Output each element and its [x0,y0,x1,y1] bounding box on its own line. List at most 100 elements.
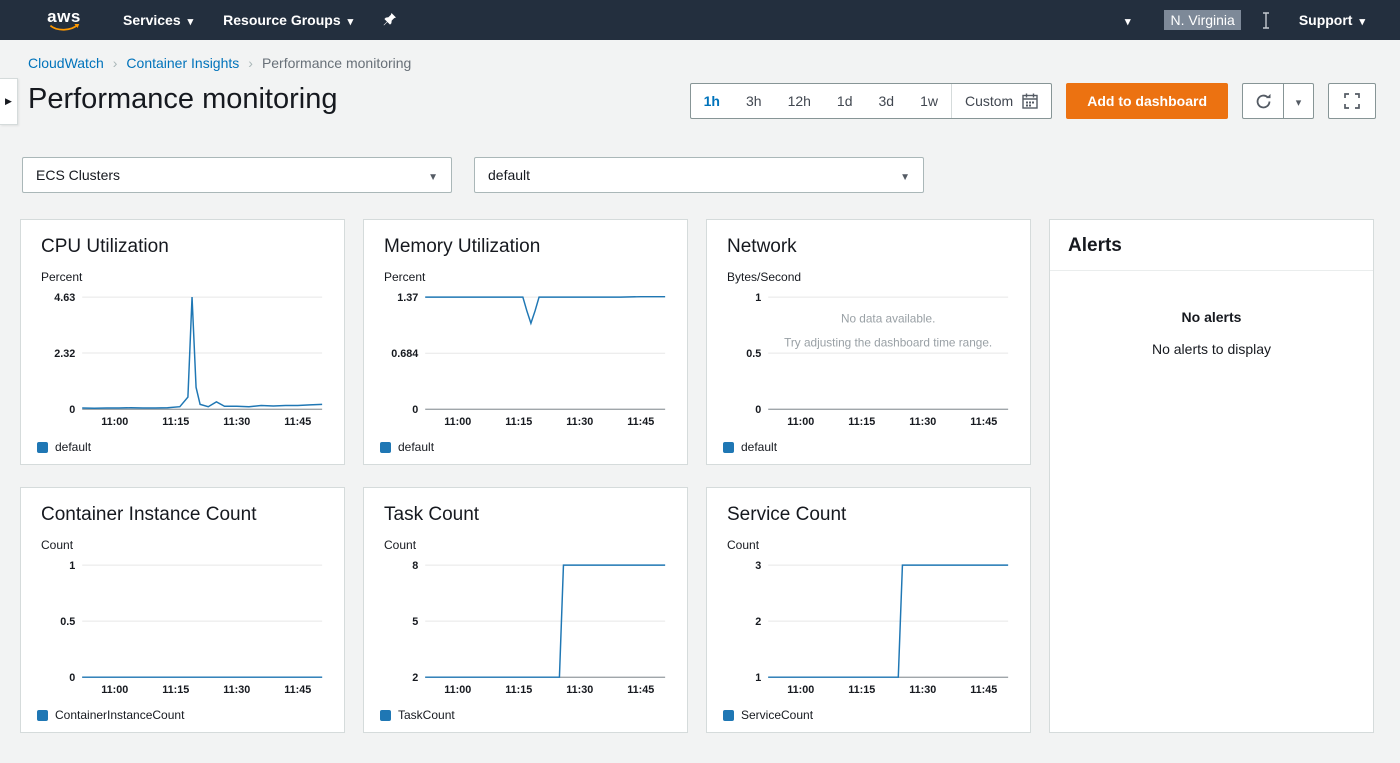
chart-title: Task Count [384,504,480,525]
chart-unit-label: Bytes/Second [727,270,802,284]
alerts-headline: No alerts [1181,309,1242,325]
legend-swatch-icon [723,441,734,453]
chart-unit-label: Count [727,538,760,552]
time-range-1d[interactable]: 1d [824,84,866,118]
breadcrumb-cloudwatch[interactable]: CloudWatch [28,55,104,71]
legend-label: TaskCount [398,708,455,722]
fullscreen-button[interactable] [1328,83,1376,119]
chart-plot[interactable]: 2 5 8 11:00 11:15 11:30 11:45 [378,554,673,704]
nav-resource-groups-label: Resource Groups [223,12,341,28]
time-range-12h[interactable]: 12h [775,84,824,118]
chart-legend[interactable]: default [723,440,1016,454]
nav-services[interactable]: Services [108,0,208,40]
svg-text:11:45: 11:45 [284,684,311,696]
page-header-row: Performance monitoring 1h 3h 12h 1d 3d 1… [0,77,1400,119]
chevron-down-icon [1125,12,1131,28]
svg-text:0.5: 0.5 [60,616,75,628]
time-range-3h[interactable]: 3h [733,84,775,118]
chart-legend[interactable]: ContainerInstanceCount [37,708,330,722]
svg-text:11:00: 11:00 [787,684,814,696]
custom-range-label: Custom [964,93,1014,109]
time-range-1w[interactable]: 1w [907,84,951,118]
svg-text:11:00: 11:00 [787,416,814,428]
alerts-message: No alerts to display [1151,341,1272,357]
svg-text:4.63: 4.63 [54,292,75,304]
svg-text:11:00: 11:00 [101,684,128,696]
svg-text:11:30: 11:30 [566,684,593,696]
chart-plot[interactable]: 0 0.5 1 11:00 11:15 11:30 11:45 [35,554,330,704]
svg-text:0: 0 [69,672,75,684]
legend-label: default [398,440,435,454]
svg-text:11:45: 11:45 [627,416,654,428]
svg-text:No data available.: No data available. [841,312,935,326]
time-range-custom[interactable]: Custom [950,84,1051,118]
chart-unit-label: Count [41,538,74,552]
cluster-select[interactable]: default [474,157,924,193]
sidebar-expand-button[interactable] [0,78,18,125]
chart-unit-label: Percent [41,270,83,284]
svg-text:2: 2 [755,616,761,628]
refresh-button[interactable] [1242,83,1284,119]
dashboard-controls: 1h 3h 12h 1d 3d 1w Custom Add to dashboa… [689,83,1376,119]
page-title: Performance monitoring [28,83,338,115]
alerts-title: Alerts [1050,220,1373,271]
chart-plot[interactable]: 1 2 3 11:00 11:15 11:30 11:45 [721,554,1016,704]
svg-text:11:30: 11:30 [909,416,936,428]
top-navigation-bar: aws Services Resource Groups N. Virginia [0,0,1400,40]
chart-plot[interactable]: 0 0.5 1 11:00 11:15 11:30 11:45 No data availab… [721,286,1016,436]
svg-text:2: 2 [412,672,418,684]
refresh-button-group [1242,83,1314,119]
nav-support[interactable]: Support [1284,0,1380,40]
breadcrumb-separator-icon [113,55,118,71]
chart-plot[interactable]: 0 2.32 4.63 11:00 11:15 11:30 11:45 [35,286,330,436]
legend-swatch-icon [380,441,391,453]
refresh-options-button[interactable] [1284,83,1314,119]
svg-text:0: 0 [412,404,418,416]
svg-text:11:30: 11:30 [223,416,250,428]
chart-plot[interactable]: 0 0.684 1.37 11:00 11:15 11:30 11:45 [378,286,673,436]
svg-text:1: 1 [755,292,761,304]
chart-legend[interactable]: default [380,440,673,454]
dropdown-arrow-icon [428,167,438,183]
chart-unit-label: Count [384,538,417,552]
resource-type-select[interactable]: ECS Clusters [22,157,452,193]
legend-label: default [55,440,92,454]
chart-card-network: Network Bytes/Second 0 0.5 1 11:00 11:15 11:3… [706,219,1031,465]
chart-title: CPU Utilization [41,236,169,257]
svg-text:1: 1 [69,560,75,572]
text-cursor-icon [1262,11,1270,29]
time-range-selector: 1h 3h 12h 1d 3d 1w Custom [689,83,1053,119]
svg-text:0.684: 0.684 [391,348,418,360]
svg-text:11:45: 11:45 [970,416,997,428]
add-to-dashboard-button[interactable]: Add to dashboard [1066,83,1228,119]
svg-text:11:45: 11:45 [627,684,654,696]
nav-left-group: aws Services Resource Groups [0,0,412,40]
time-range-3d[interactable]: 3d [866,84,908,118]
nav-region-selector[interactable]: N. Virginia [1149,0,1255,40]
pin-shortcut-button[interactable] [368,0,412,40]
chart-legend[interactable]: TaskCount [380,708,673,722]
svg-text:11:30: 11:30 [223,684,250,696]
svg-text:0.5: 0.5 [746,348,761,360]
legend-label: ServiceCount [741,708,814,722]
svg-text:11:15: 11:15 [505,684,532,696]
metrics-grid: Alerts No alerts No alerts to display CP… [20,219,1380,733]
legend-swatch-icon [723,709,734,721]
svg-text:11:45: 11:45 [284,416,311,428]
breadcrumb-container-insights[interactable]: Container Insights [126,55,239,71]
svg-text:Try adjusting the dashboard ti: Try adjusting the dashboard time range. [784,335,992,349]
chart-unit-label: Percent [384,270,426,284]
legend-label: ContainerInstanceCount [55,708,185,722]
chart-legend[interactable]: ServiceCount [723,708,1016,722]
nav-resource-groups[interactable]: Resource Groups [208,0,368,40]
nav-right-group: N. Virginia Support [1110,0,1400,40]
chart-title: Service Count [727,504,847,525]
svg-text:11:15: 11:15 [162,684,189,696]
aws-logo[interactable]: aws [46,8,82,32]
chevron-down-icon [1296,94,1302,109]
time-range-1h[interactable]: 1h [691,84,733,118]
breadcrumb-separator-icon [248,55,253,71]
svg-text:11:30: 11:30 [566,416,593,428]
chart-legend[interactable]: default [37,440,330,454]
nav-dropdown-caret[interactable] [1110,0,1146,40]
